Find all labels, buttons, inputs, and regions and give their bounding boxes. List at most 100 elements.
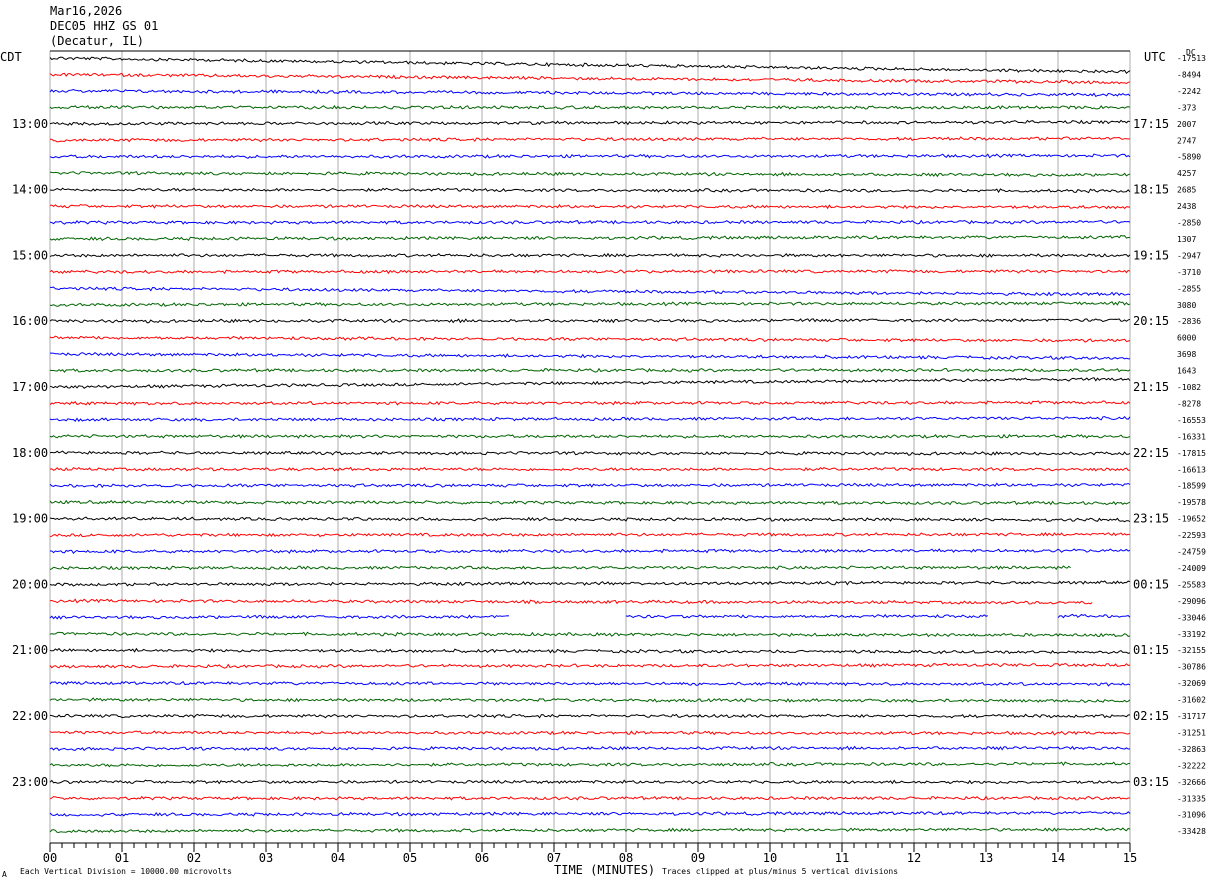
trace-line xyxy=(49,531,1131,538)
trace-line xyxy=(49,234,1130,242)
trace-line xyxy=(50,566,1130,570)
trace-line xyxy=(49,415,1131,423)
right-hour-label: 19:15 xyxy=(1133,248,1169,262)
trace-offset-label: 3698 xyxy=(1177,350,1196,359)
left-hour-label: 20:00 xyxy=(12,577,48,591)
left-hour-label: 22:00 xyxy=(12,709,48,723)
right-hour-label: 20:15 xyxy=(1133,314,1169,328)
trace-line xyxy=(50,351,1131,360)
trace-offset-label: 1643 xyxy=(1177,367,1196,376)
trace-line xyxy=(49,88,1131,98)
left-hour-label: 21:00 xyxy=(12,643,48,657)
trace-offset-label: -24759 xyxy=(1177,548,1206,557)
trace-line xyxy=(49,613,1131,620)
right-hour-label: 01:15 xyxy=(1133,643,1169,657)
trace-offset-label: -31335 xyxy=(1177,794,1206,803)
trace-offset-label: 2007 xyxy=(1177,120,1196,129)
footer-left-mark: A xyxy=(2,870,7,879)
trace-line xyxy=(49,795,1130,801)
trace-line xyxy=(49,580,1131,587)
trace-line xyxy=(50,548,1131,554)
trace-line xyxy=(49,104,1131,110)
trace-line xyxy=(49,252,1131,258)
trace-offset-label: -22593 xyxy=(1177,531,1206,540)
trace-offset-label: -32863 xyxy=(1177,745,1206,754)
trace-offset-label: 6000 xyxy=(1177,334,1196,343)
trace-offset-label: -17815 xyxy=(1177,449,1206,458)
trace-offset-label: -31251 xyxy=(1177,728,1206,737)
right-hour-label: 03:15 xyxy=(1133,775,1169,789)
trace-line xyxy=(49,482,1131,489)
trace-line xyxy=(49,827,1131,834)
trace-offset-label: -16553 xyxy=(1177,416,1206,425)
x-tick-label: 03 xyxy=(259,851,273,865)
trace-offset-label: -18599 xyxy=(1177,482,1206,491)
trace-offset-label: 1307 xyxy=(1177,235,1196,244)
left-hour-label: 13:00 xyxy=(12,117,48,131)
trace-offset-label: 4257 xyxy=(1177,169,1196,178)
clip-note: Traces clipped at plus/minus 5 vertical … xyxy=(662,867,899,876)
trace-offset-label: -32069 xyxy=(1177,679,1206,688)
x-tick-label: 06 xyxy=(475,851,489,865)
x-tick-label: 05 xyxy=(403,851,417,865)
x-tick-label: 10 xyxy=(763,851,777,865)
left-hour-label: 23:00 xyxy=(12,775,48,789)
trace-offset-label: -29096 xyxy=(1177,597,1206,606)
x-tick-label: 15 xyxy=(1123,851,1137,865)
trace-line xyxy=(49,713,1131,719)
x-tick-label: 01 xyxy=(115,851,129,865)
trace-line xyxy=(49,516,1131,523)
trace-offset-label: -19652 xyxy=(1177,515,1206,524)
right-hour-label: 00:15 xyxy=(1133,577,1169,591)
trace-offset-label: -2836 xyxy=(1177,317,1201,326)
trace-line xyxy=(49,466,1131,472)
trace-offset-label: -3710 xyxy=(1177,268,1201,277)
trace-line xyxy=(49,450,1131,456)
trace-line xyxy=(49,367,1131,373)
trace-line xyxy=(49,730,1131,736)
trace-offset-label: -1082 xyxy=(1177,383,1201,392)
trace-line xyxy=(49,433,1131,439)
right-hour-label: 18:15 xyxy=(1133,183,1169,197)
trace-offset-label: -32666 xyxy=(1177,778,1206,787)
trace-line xyxy=(49,119,1131,126)
x-tick-label: 04 xyxy=(331,851,345,865)
x-tick-label: 14 xyxy=(1051,851,1065,865)
trace-line xyxy=(50,136,1131,143)
trace-offset-label: -19578 xyxy=(1177,498,1206,507)
x-tick-label: 11 xyxy=(835,851,849,865)
left-hour-label: 14:00 xyxy=(12,183,48,197)
trace-line xyxy=(49,779,1131,785)
trace-line xyxy=(49,219,1131,225)
trace-line xyxy=(49,647,1131,655)
seismogram-plot: 00 01 02 03 04 05 06 07 08 09 10 11 12 13 14 15-17513-8… xyxy=(12,50,1206,865)
trace-offset-label: -31096 xyxy=(1177,811,1206,820)
trace-offset-label: -33428 xyxy=(1177,827,1206,836)
trace-line xyxy=(49,300,1131,307)
trace-line xyxy=(49,631,1131,638)
trace-offset-label: -2947 xyxy=(1177,251,1201,260)
left-hour-label: 17:00 xyxy=(12,380,48,394)
left-hour-label: 19:00 xyxy=(12,512,48,526)
trace-offset-label: -8278 xyxy=(1177,399,1201,408)
x-tick-label: 09 xyxy=(691,851,705,865)
trace-line xyxy=(49,335,1131,343)
trace-offset-label: -5890 xyxy=(1177,153,1201,162)
trace-offset-label: -32155 xyxy=(1177,646,1206,655)
trace-offset-label: 3080 xyxy=(1177,301,1196,310)
trace-offset-label: -24009 xyxy=(1177,564,1206,573)
trace-line xyxy=(49,286,1131,297)
trace-offset-label: -31602 xyxy=(1177,696,1206,705)
right-hour-label: 21:15 xyxy=(1133,380,1169,394)
trace-offset-label: 2685 xyxy=(1177,186,1196,195)
trace-offset-label: -33046 xyxy=(1177,613,1206,622)
trace-offset-label: -16613 xyxy=(1177,465,1206,474)
trace-line xyxy=(49,499,1131,506)
x-tick-label: 02 xyxy=(187,851,201,865)
scale-note: Each Vertical Division = 10000.00 microv… xyxy=(20,867,232,876)
trace-line xyxy=(49,269,1131,275)
trace-line xyxy=(49,171,1131,178)
trace-line xyxy=(50,599,1130,604)
left-hour-label: 18:00 xyxy=(12,446,48,460)
trace-offset-label: -33192 xyxy=(1177,630,1206,639)
